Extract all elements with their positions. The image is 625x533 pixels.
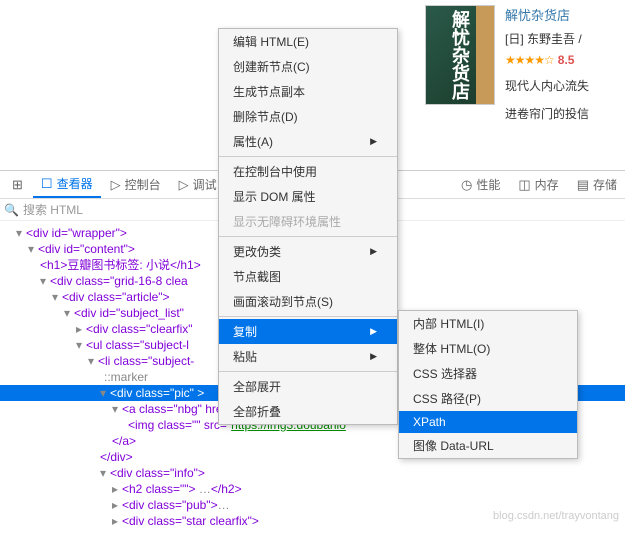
tab-storage[interactable]: ▤存储 bbox=[569, 171, 625, 198]
search-placeholder: 搜索 HTML bbox=[23, 201, 83, 218]
ctx-css-selector[interactable]: CSS 选择器 bbox=[399, 361, 577, 386]
tab-memory[interactable]: ◫内存 bbox=[510, 171, 566, 198]
book-cover-image: 解忧杂货店 bbox=[425, 5, 495, 105]
context-menu-main: 编辑 HTML(E) 创建新节点(C) 生成节点副本 删除节点(D) 属性(A)… bbox=[218, 28, 398, 425]
tab-console[interactable]: ▷控制台 bbox=[103, 171, 169, 198]
tab-inspector[interactable]: ☐查看器 bbox=[33, 171, 101, 198]
tab-performance[interactable]: ◷性能 bbox=[453, 171, 508, 198]
rating-stars: ★★★★☆ bbox=[505, 53, 554, 67]
ctx-dataurl[interactable]: 图像 Data-URL bbox=[399, 433, 577, 458]
book-desc-2: 进卷帘门的投信 bbox=[505, 105, 620, 123]
ctx-css-path[interactable]: CSS 路径(P) bbox=[399, 386, 577, 411]
ctx-copy[interactable]: 复制▶ bbox=[219, 319, 397, 344]
ctx-show-dom[interactable]: 显示 DOM 属性 bbox=[219, 184, 397, 209]
ctx-scroll-to[interactable]: 画面滚动到节点(S) bbox=[219, 289, 397, 314]
book-title[interactable]: 解忧杂货店 bbox=[505, 5, 620, 24]
ctx-attrs[interactable]: 属性(A)▶ bbox=[219, 129, 397, 154]
ctx-delete-node[interactable]: 删除节点(D) bbox=[219, 104, 397, 129]
ctx-inner-html[interactable]: 内部 HTML(I) bbox=[399, 311, 577, 336]
ctx-collapse-all[interactable]: 全部折叠 bbox=[219, 399, 397, 424]
book-author: [日] 东野圭吾 / bbox=[505, 30, 620, 47]
rating-score: 8.5 bbox=[558, 53, 575, 67]
pick-element-icon[interactable]: ⊞ bbox=[4, 171, 31, 198]
ctx-outer-html[interactable]: 整体 HTML(O) bbox=[399, 336, 577, 361]
watermark: blog.csdn.net/trayvontang bbox=[493, 510, 619, 522]
ctx-pseudo[interactable]: 更改伪类▶ bbox=[219, 239, 397, 264]
ctx-xpath[interactable]: XPath bbox=[399, 411, 577, 433]
chevron-right-icon: ▶ bbox=[370, 326, 377, 337]
tab-debugger[interactable]: ▷调试 bbox=[171, 171, 225, 198]
ctx-gen-copy[interactable]: 生成节点副本 bbox=[219, 79, 397, 104]
chevron-right-icon: ▶ bbox=[370, 351, 377, 362]
book-desc-1: 现代人内心流失 bbox=[505, 77, 620, 95]
ctx-edit-html[interactable]: 编辑 HTML(E) bbox=[219, 29, 397, 54]
ctx-expand-all[interactable]: 全部展开 bbox=[219, 374, 397, 399]
ctx-screenshot[interactable]: 节点截图 bbox=[219, 264, 397, 289]
search-icon: 🔍 bbox=[4, 203, 19, 217]
chevron-right-icon: ▶ bbox=[370, 136, 377, 147]
chevron-right-icon: ▶ bbox=[370, 246, 377, 257]
ctx-use-console[interactable]: 在控制台中使用 bbox=[219, 159, 397, 184]
context-menu-copy: 内部 HTML(I) 整体 HTML(O) CSS 选择器 CSS 路径(P) … bbox=[398, 310, 578, 459]
ctx-show-a11y: 显示无障碍环境属性 bbox=[219, 209, 397, 234]
ctx-paste[interactable]: 粘贴▶ bbox=[219, 344, 397, 369]
ctx-create-node[interactable]: 创建新节点(C) bbox=[219, 54, 397, 79]
